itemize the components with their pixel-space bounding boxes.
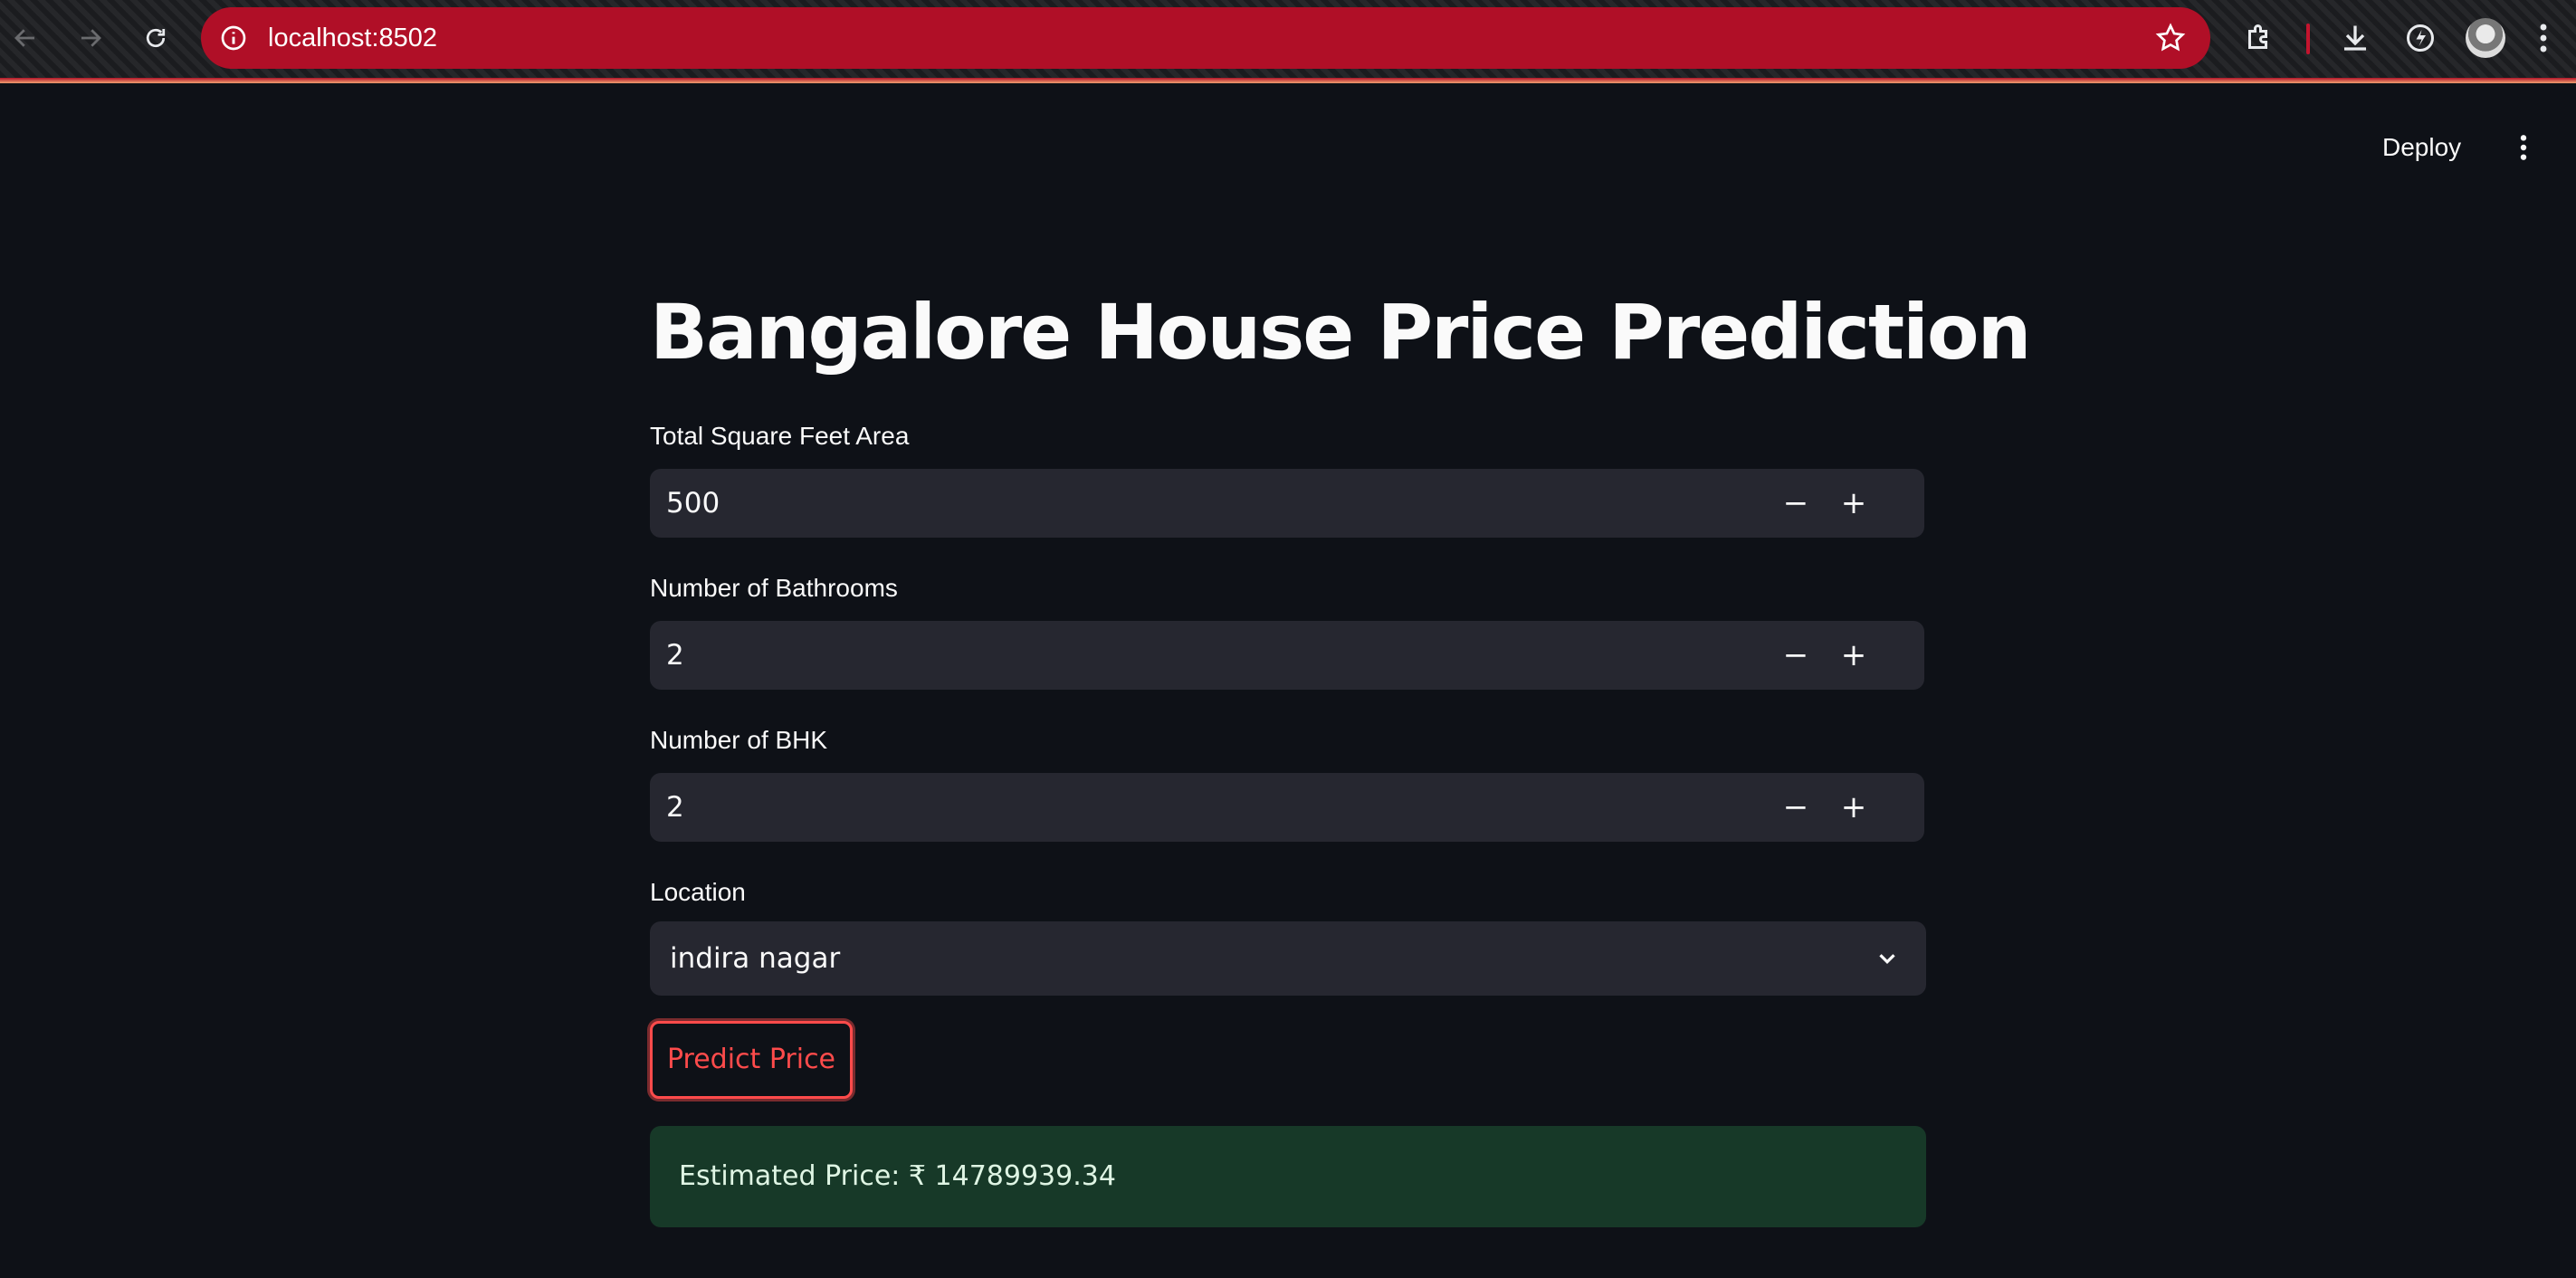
predict-price-button[interactable]: Predict Price — [650, 1021, 853, 1099]
chevron-down-icon[interactable] — [1874, 945, 1901, 972]
bathrooms-value[interactable]: 2 — [666, 621, 684, 690]
url-text[interactable]: localhost:8502 — [268, 7, 437, 69]
reload-button[interactable] — [134, 16, 177, 60]
star-icon[interactable] — [2154, 22, 2187, 54]
toolbar-divider — [0, 78, 2576, 83]
location-selected-value[interactable]: indira nagar — [670, 921, 840, 996]
arrow-right-icon — [81, 29, 101, 47]
sqft-input[interactable]: 500 − + — [650, 469, 1924, 538]
page-title: Bangalore House Price Prediction — [650, 288, 2031, 377]
puzzle-icon — [2248, 24, 2267, 49]
bathrooms-input[interactable]: 2 − + — [650, 621, 1924, 690]
bhk-decrement-button[interactable]: − — [1770, 782, 1821, 833]
bathrooms-label: Number of Bathrooms — [650, 574, 898, 602]
info-icon[interactable] — [219, 24, 248, 52]
bhk-input[interactable]: 2 − + — [650, 773, 1924, 842]
location-select[interactable]: indira nagar — [650, 921, 1926, 996]
back-button[interactable] — [4, 16, 47, 60]
location-label: Location — [650, 878, 746, 906]
estimated-price-text: Estimated Price: ₹ 14789939.34 — [679, 1160, 1116, 1192]
arrow-left-icon — [14, 29, 34, 47]
download-icon — [2344, 25, 2366, 51]
performance-button[interactable] — [2400, 18, 2440, 58]
bhk-value[interactable]: 2 — [666, 773, 684, 842]
kebab-icon — [2520, 135, 2527, 160]
profile-avatar[interactable] — [2466, 18, 2505, 58]
app-menu-button[interactable] — [2505, 127, 2542, 168]
forward-button[interactable] — [69, 16, 112, 60]
sqft-label: Total Square Feet Area — [650, 422, 910, 450]
sqft-value[interactable]: 500 — [666, 469, 720, 538]
toolbar-separator — [2306, 24, 2310, 54]
bhk-increment-button[interactable]: + — [1828, 782, 1879, 833]
sqft-increment-button[interactable]: + — [1828, 478, 1879, 529]
downloads-button[interactable] — [2335, 18, 2375, 58]
bolt-icon — [2407, 24, 2434, 52]
browser-menu-button[interactable] — [2525, 18, 2562, 58]
bhk-label: Number of BHK — [650, 726, 828, 754]
bathrooms-decrement-button[interactable]: − — [1770, 630, 1821, 681]
sqft-decrement-button[interactable]: − — [1770, 478, 1821, 529]
reload-icon — [146, 28, 166, 48]
result-box: Estimated Price: ₹ 14789939.34 — [650, 1126, 1926, 1227]
bathrooms-increment-button[interactable]: + — [1828, 630, 1879, 681]
kebab-icon — [2540, 24, 2547, 52]
deploy-button[interactable]: Deploy — [2371, 125, 2472, 170]
address-bar[interactable]: localhost:8502 — [201, 7, 2210, 69]
extensions-button[interactable] — [2239, 18, 2279, 58]
